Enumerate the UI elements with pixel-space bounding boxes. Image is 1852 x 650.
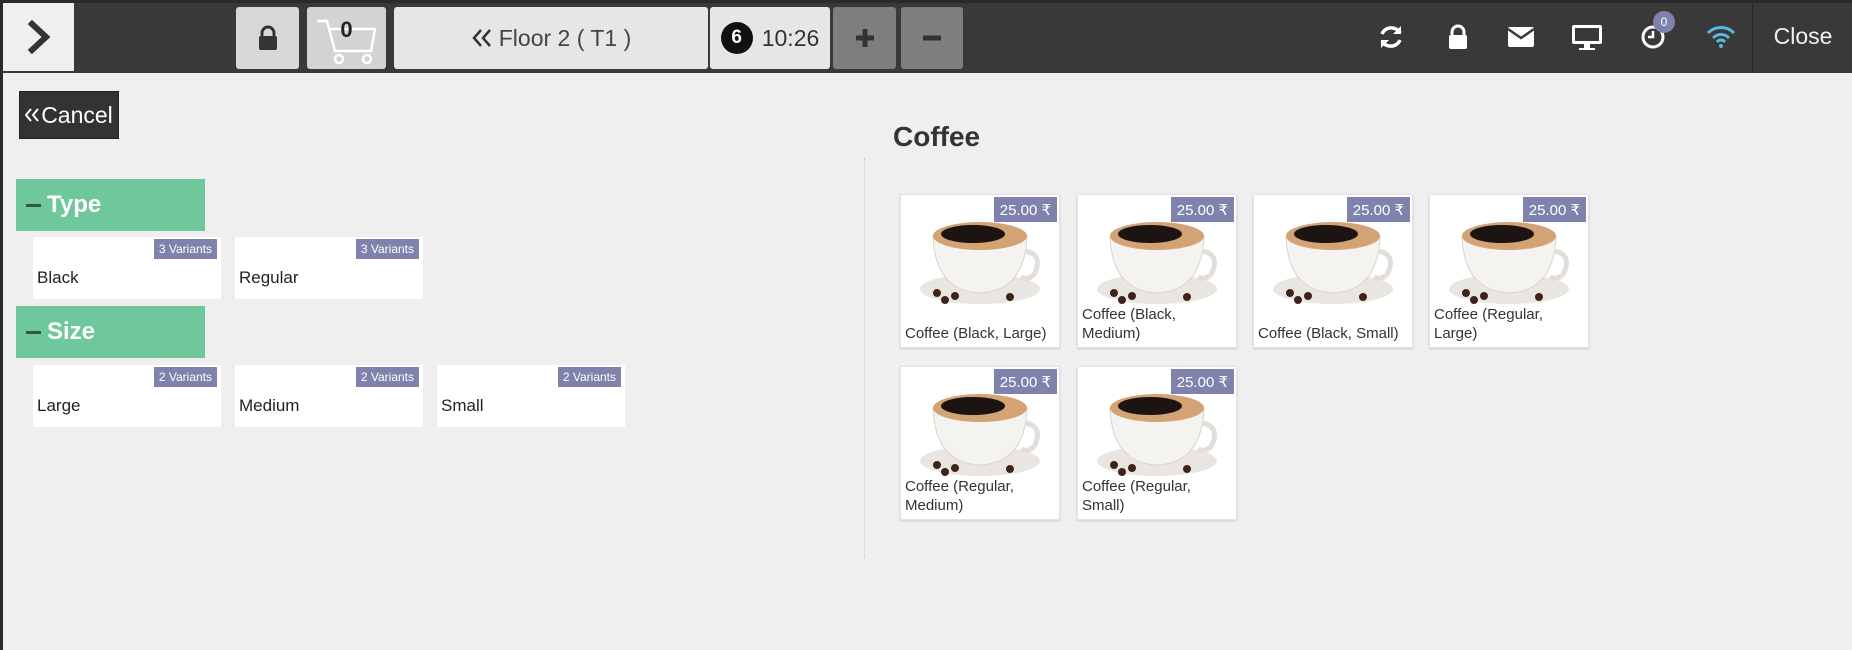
close-label: Close [1773,23,1833,49]
attribute-value-label: Regular [239,268,299,287]
notification-badge: 0 [1653,11,1675,33]
price-tag: 25.00 ₹ [1170,197,1234,222]
variant-count-badge: 2 Variants [355,367,419,387]
product-card[interactable]: 25.00 ₹ Coffee (Black, Small) [1253,194,1413,348]
coffee-cup-image [1097,394,1217,476]
product-name: Coffee (Black, Medium) [1082,306,1176,342]
attribute-value-label: Small [441,396,484,415]
minus-icon [923,35,941,41]
collapse-dash-icon [26,330,41,334]
wifi-icon [1706,26,1736,48]
price-tag: 25.00 ₹ [993,369,1057,394]
double-chevron-left-icon [472,29,491,47]
price-tag: 25.00 ₹ [1170,369,1234,394]
price-tag: 25.00 ₹ [993,197,1057,222]
coffee-cup-image [920,394,1040,476]
coffee-cup-image [1449,222,1569,304]
attribute-group-size-header[interactable]: Size [16,306,205,358]
order-selector-button[interactable]: 6 10:26 [710,7,830,69]
lock-screen-button[interactable] [236,7,299,69]
price-tag: 25.00 ₹ [1346,197,1410,222]
category-title: Coffee [893,121,981,152]
monitor-icon [1572,25,1602,50]
coffee-cup-image [1273,222,1393,304]
top-edge [0,0,1852,3]
lock-icon [258,25,277,50]
refresh-icon [1380,26,1402,48]
lock-icon [1449,24,1467,49]
variant-count-badge: 3 Variants [153,239,217,259]
coffee-cup-image [1097,222,1217,304]
price-tag: 25.00 ₹ [1522,197,1586,222]
cart-button[interactable]: 0 [307,7,386,69]
product-name: Coffee (Black, Large) [905,325,1047,342]
toggle-sidebar-button[interactable] [3,3,74,71]
panel-divider [864,158,865,558]
order-time: 10:26 [761,24,820,51]
plus-icon [855,29,874,47]
delete-order-button[interactable] [901,7,963,69]
product-card[interactable]: 25.00 ₹ Coffee (Black, Medium) [1077,194,1237,348]
attribute-value-label: Medium [239,396,300,415]
lock-status-button[interactable] [1441,20,1475,54]
cart-count: 0 [340,17,353,42]
floor-label: Floor 2 ( T1 ) [498,24,632,51]
product-card[interactable]: 25.00 ₹ Coffee (Regular, Large) [1429,194,1589,348]
product-name: Coffee (Regular, Large) [1434,306,1543,342]
coffee-cup-image [920,222,1040,304]
cancel-button[interactable]: Cancel [19,91,119,139]
envelope-icon [1507,27,1535,47]
attribute-group-name: Size [47,318,96,345]
attribute-group-name: Type [47,191,102,218]
new-order-button[interactable] [833,7,896,69]
product-card[interactable]: 25.00 ₹ Coffee (Regular, Small) [1077,366,1237,520]
sync-button[interactable] [1374,20,1408,54]
customer-display-button[interactable] [1570,20,1604,54]
left-edge [0,0,3,650]
product-card[interactable]: 25.00 ₹ Coffee (Black, Large) [900,194,1060,348]
close-button[interactable]: Close [1752,0,1852,73]
product-name: Coffee (Regular, Small) [1082,478,1191,514]
variant-count-badge: 3 Variants [355,239,419,259]
attribute-value-medium[interactable]: 2 Variants Medium [235,365,423,427]
attribute-value-small[interactable]: 2 Variants Small [437,365,625,427]
attribute-value-black[interactable]: 3 Variants Black [33,237,221,299]
order-number: 6 [720,22,753,54]
chevron-right-icon [27,20,50,54]
double-chevron-left-icon [25,108,39,122]
messages-button[interactable] [1504,20,1538,54]
attribute-value-label: Black [37,268,79,287]
attribute-value-regular[interactable]: 3 Variants Regular [235,237,423,299]
product-name: Coffee (Regular, Medium) [905,478,1014,514]
floor-table-button[interactable]: Floor 2 ( T1 ) [394,7,708,69]
network-status-button[interactable] [1704,20,1738,54]
attribute-value-label: Large [37,396,81,415]
cancel-label: Cancel [41,101,113,128]
attribute-group-type-header[interactable]: Type [16,179,205,231]
product-card[interactable]: 25.00 ₹ Coffee (Regular, Medium) [900,366,1060,520]
collapse-dash-icon [26,203,41,207]
variant-count-badge: 2 Variants [557,367,621,387]
product-name: Coffee (Black, Small) [1258,325,1399,342]
attribute-value-large[interactable]: 2 Variants Large [33,365,221,427]
variant-count-badge: 2 Variants [153,367,217,387]
